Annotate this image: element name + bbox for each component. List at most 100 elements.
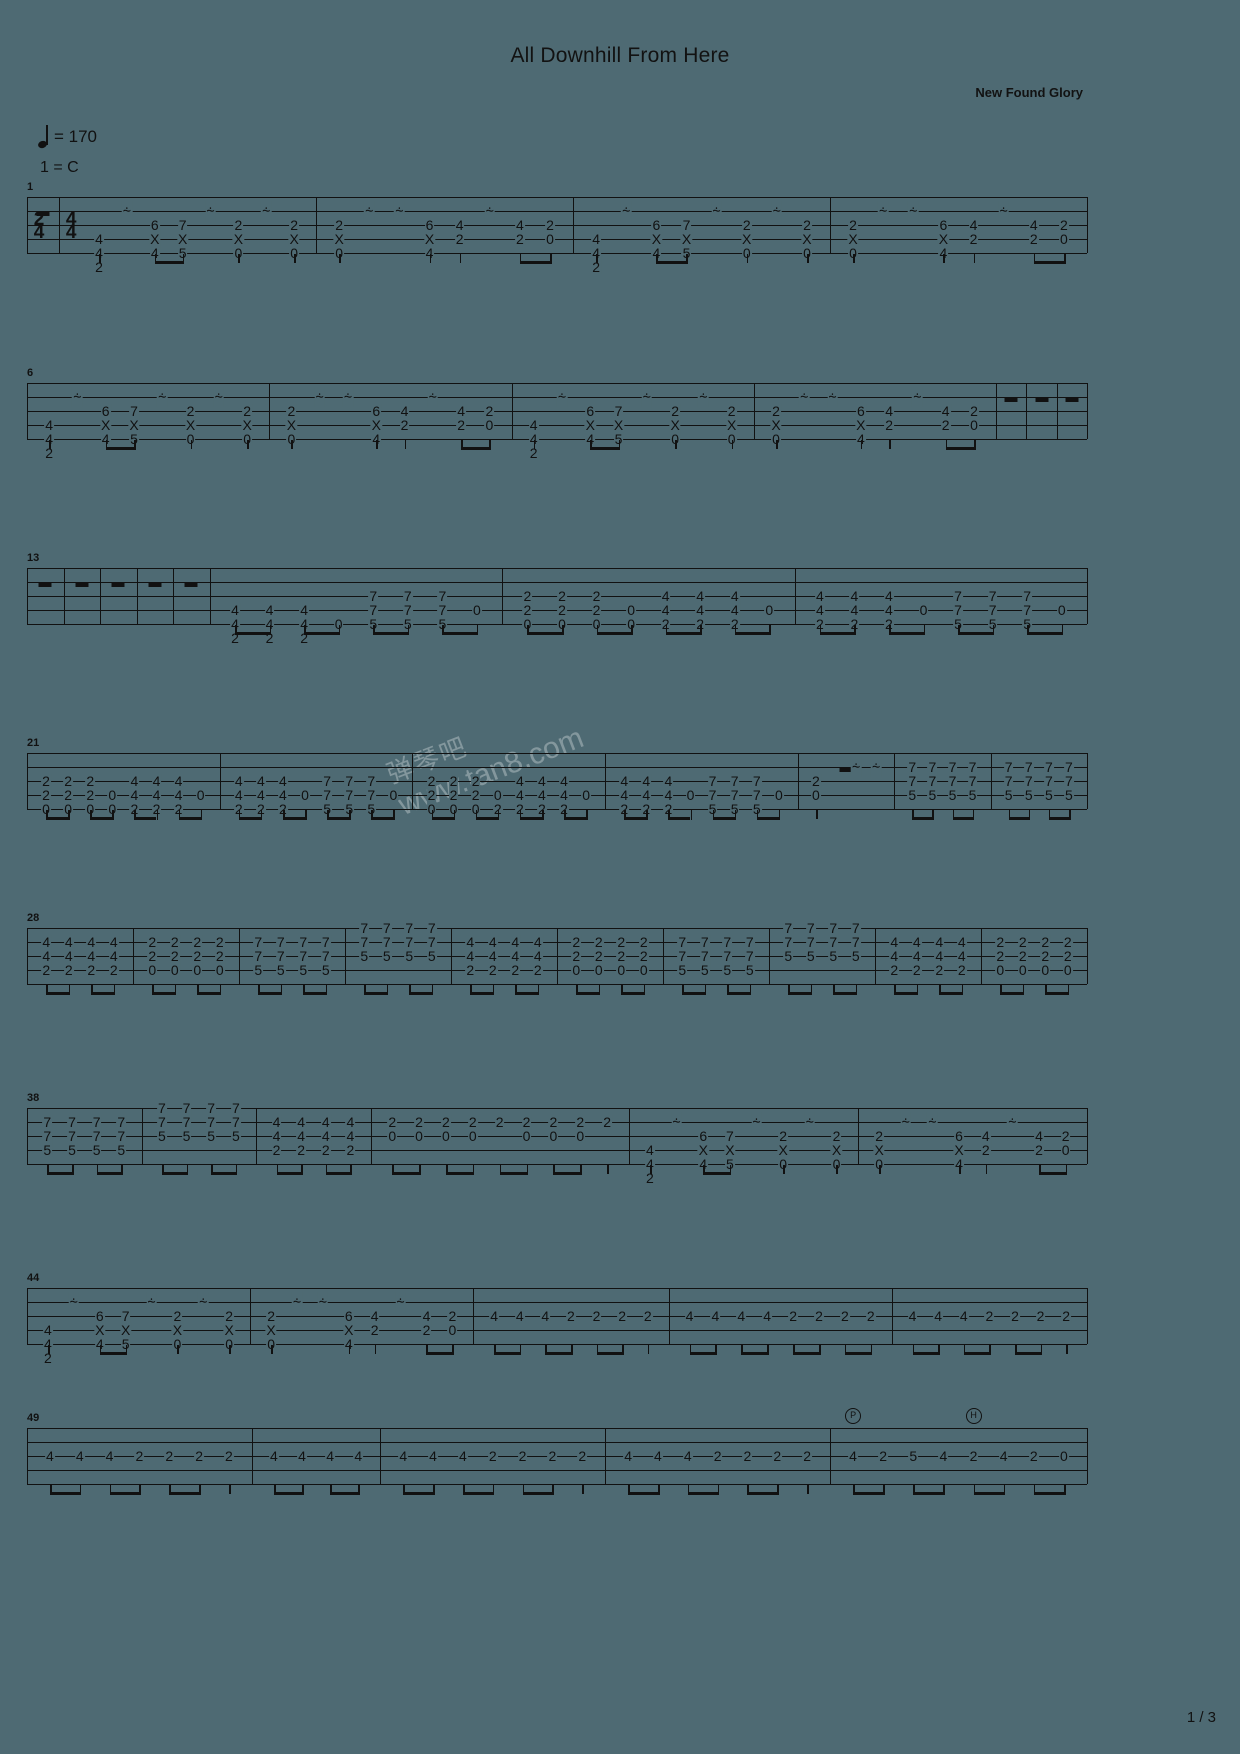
note-stem: [598, 985, 601, 995]
tab-note: 0: [1017, 962, 1028, 978]
tab-note: 4: [814, 602, 825, 618]
tab-note: 0: [388, 787, 399, 803]
tab-note: 4: [1034, 1128, 1044, 1144]
note-stem: [1045, 985, 1047, 995]
beam: [833, 992, 856, 995]
tempo-marking: = 170: [38, 125, 98, 148]
tab-note: 0: [995, 962, 1006, 978]
note-stem: [974, 440, 976, 450]
note-stem: [519, 810, 522, 820]
tab-note: 2: [968, 231, 979, 247]
tab-note: 4: [45, 1448, 55, 1464]
tab-note: 7: [751, 773, 762, 789]
note-stem: [815, 810, 818, 819]
note-stem: [235, 625, 237, 635]
note-stem: [916, 985, 919, 995]
measure-number: 49: [27, 1412, 40, 1424]
tab-note: 6: [424, 217, 435, 233]
tab-note: 4: [729, 602, 740, 618]
tab-note: 2: [571, 948, 582, 964]
tab-note: 4: [230, 602, 240, 618]
note-stem: [325, 985, 328, 995]
tab-note: 2: [557, 588, 567, 604]
tab-note: 4: [956, 948, 967, 964]
note-stem: [260, 810, 263, 820]
beam: [409, 992, 432, 995]
note-stem: [741, 1345, 743, 1355]
tab-note: 2: [969, 403, 979, 419]
tab-note: 2: [522, 588, 533, 604]
note-stem: [79, 1485, 82, 1495]
note-stem: [844, 1345, 847, 1355]
beam: [590, 447, 619, 450]
tab-note: 2: [772, 1448, 783, 1464]
tab-note: 2: [510, 962, 521, 978]
tab-note: 7: [116, 1128, 127, 1144]
tab-note: 5: [426, 948, 437, 964]
note-stem: [269, 625, 272, 635]
tab-note: X: [232, 231, 245, 247]
note-stem: [515, 985, 517, 995]
eighth-rest-icon: ⸞: [342, 387, 354, 407]
tab-note: 2: [63, 962, 74, 978]
beam: [628, 1492, 658, 1495]
barline: [1087, 568, 1088, 624]
note-stem: [889, 440, 891, 449]
note-stem: [756, 810, 759, 820]
note-stem: [445, 1165, 448, 1175]
note-stem: [769, 625, 771, 635]
tab-note: 4: [129, 773, 140, 789]
beam: [553, 1172, 581, 1175]
beam: [499, 1172, 527, 1175]
tab-note: 7: [1003, 759, 1014, 775]
note-stem: [1022, 985, 1025, 995]
tab-note: 7: [927, 759, 938, 775]
barline: [27, 1288, 28, 1344]
tab-note: 2: [233, 217, 244, 233]
barline: [605, 1428, 607, 1484]
whole-rest-icon: [1035, 397, 1049, 402]
note-stem: [211, 1165, 213, 1175]
note-stem: [526, 1165, 529, 1175]
tab-note: 2: [995, 948, 1006, 964]
note-stem: [1003, 1485, 1006, 1495]
tab-note: 5: [927, 787, 938, 803]
tab-note: 4: [619, 773, 630, 789]
tab-note: 7: [699, 934, 710, 950]
tab-note: 5: [157, 1128, 167, 1144]
tab-note: 4: [1028, 217, 1039, 233]
tab-note: 7: [850, 920, 861, 936]
note-stem: [182, 254, 185, 264]
note-stem: [1063, 254, 1066, 264]
note-stem: [1033, 254, 1036, 264]
note-stem: [327, 810, 329, 820]
tab-note: 2: [242, 403, 253, 419]
tab-note: 4: [848, 1448, 858, 1464]
tab-note: 0: [467, 1128, 478, 1144]
tab-note: 2: [286, 403, 297, 419]
note-stem: [912, 810, 914, 820]
tab-note: 7: [677, 934, 688, 950]
tab-note: 6: [94, 1308, 105, 1324]
measure-number: 13: [27, 552, 40, 564]
note-stem: [675, 440, 677, 449]
tab-note: 2: [741, 217, 752, 233]
tab-note: 7: [344, 773, 355, 789]
note-stem: [519, 1345, 522, 1355]
tab-note: 2: [470, 787, 481, 803]
eighth-rest-icon: ⸞: [484, 201, 496, 221]
tab-note: 4: [514, 217, 525, 233]
note-stem: [883, 1485, 885, 1495]
tab-note: 7: [707, 773, 718, 789]
tempo-value: = 170: [54, 127, 98, 146]
barline: [857, 1108, 859, 1164]
tab-note: 2: [571, 934, 582, 950]
barline: [100, 568, 102, 624]
note-stem: [777, 1485, 779, 1495]
tab-note: 7: [359, 934, 370, 950]
tab-note: X: [612, 417, 625, 433]
barline: [1056, 383, 1058, 439]
tab-note: 2: [134, 1448, 145, 1464]
note-stem: [576, 985, 578, 995]
note-stem: [190, 440, 193, 449]
